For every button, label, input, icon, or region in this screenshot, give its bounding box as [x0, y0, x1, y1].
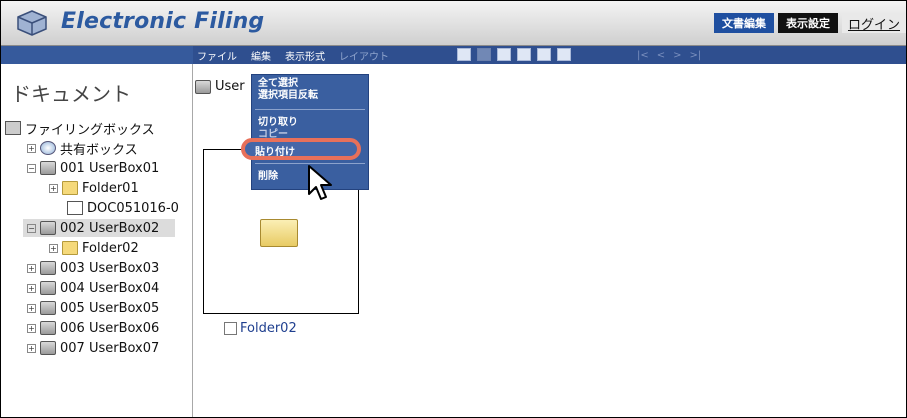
app-logo-icon [17, 10, 47, 36]
tree-node-filing-box[interactable]: ファイリングボックス [5, 119, 155, 138]
expand-icon[interactable]: + [49, 183, 58, 193]
tree-node-userbox03[interactable]: + 003 UserBox03 [27, 259, 159, 277]
shared-box-icon [40, 141, 56, 155]
tree-node-folder01[interactable]: + Folder01 [49, 179, 139, 197]
menu-item-delete[interactable]: 削除 [258, 171, 278, 182]
prev-page-icon: < [656, 49, 666, 61]
breadcrumb-label: User [215, 79, 245, 94]
print-icon[interactable] [497, 48, 511, 61]
tree-node-userbox05[interactable]: + 005 UserBox05 [27, 299, 159, 317]
userbox-icon [40, 221, 56, 235]
menu-toolbar: ファイル 編集 表示形式 レイアウト |< < > >| [1, 46, 906, 64]
expand-icon[interactable]: + [27, 283, 36, 293]
header-buttons: 文書編集 表示設定 ログイン [713, 13, 906, 33]
folder-item: Folder02 [224, 321, 297, 336]
tree-node-userbox07[interactable]: + 007 UserBox07 [27, 339, 159, 357]
userbox-icon [40, 261, 56, 275]
tree-node-userbox04[interactable]: + 004 UserBox04 [27, 279, 159, 297]
first-page-icon: |< [637, 49, 649, 61]
edit-documents-button[interactable]: 文書編集 [713, 13, 774, 33]
window: Electronic Filing 文書編集 表示設定 ログイン ファイル 編集… [0, 0, 907, 418]
menu-item-paste[interactable]: 貼り付け [255, 143, 295, 158]
folder-icon [62, 181, 78, 195]
paste-icon[interactable] [557, 48, 571, 61]
userbox-icon [195, 79, 211, 94]
tree-node-userbox02[interactable]: − 002 UserBox02 [23, 219, 175, 237]
login-link[interactable]: ログイン [841, 13, 906, 33]
menu-item-paste-highlight[interactable]: 貼り付け [241, 138, 361, 160]
userbox-icon [40, 301, 56, 315]
mouse-pointer-icon [308, 165, 332, 200]
tree-node-shared-box[interactable]: + 共有ボックス [27, 139, 138, 158]
expand-icon[interactable]: + [27, 323, 36, 333]
breadcrumb: User [195, 79, 245, 94]
menu-item-select-all[interactable]: 全て選択 [258, 78, 298, 89]
menu-bar: ファイル 編集 表示形式 レイアウト [197, 46, 389, 64]
cabinet-icon [5, 121, 21, 135]
expand-icon[interactable]: + [49, 243, 58, 253]
menu-layout: レイアウト [339, 51, 389, 63]
copy-icon[interactable] [537, 48, 551, 61]
menu-item-invert-selection[interactable]: 選択項目反転 [258, 90, 318, 101]
userbox-icon [40, 281, 56, 295]
app-header: Electronic Filing 文書編集 表示設定 ログイン [1, 1, 906, 46]
folder-icon [260, 219, 298, 247]
last-page-icon: >| [689, 49, 702, 61]
pager: |< < > >| [637, 46, 701, 64]
userbox-icon [40, 321, 56, 335]
next-page-icon: > [673, 49, 682, 61]
pane-title: ドキュメント [11, 82, 131, 106]
expand-icon[interactable]: + [27, 343, 36, 353]
display-settings-button[interactable]: 表示設定 [777, 13, 838, 33]
menu-view[interactable]: 表示形式 [285, 48, 325, 63]
document-icon [67, 201, 83, 215]
toolbar-icons [457, 48, 571, 61]
app-title: Electronic Filing [61, 9, 265, 34]
expand-icon[interactable]: + [27, 143, 36, 153]
cut-icon[interactable] [517, 48, 531, 61]
tree-node-userbox06[interactable]: + 006 UserBox06 [27, 319, 159, 337]
document-tree-pane: ドキュメント ファイリングボックス + 共有ボックス − 001 UserBox… [1, 64, 193, 417]
properties-icon[interactable] [457, 48, 471, 61]
userbox-icon [40, 341, 56, 355]
menu-item-cut[interactable]: 切り取り [258, 117, 298, 128]
save-icon [477, 48, 491, 61]
tree-node-folder02[interactable]: + Folder02 [49, 239, 139, 257]
collapse-icon[interactable]: − [27, 223, 36, 233]
tree-node-document[interactable]: DOC051016-0 [67, 199, 179, 217]
collapse-icon[interactable]: − [27, 163, 36, 173]
userbox-icon [40, 161, 56, 175]
tree-node-userbox01[interactable]: − 001 UserBox01 [27, 159, 159, 177]
select-checkbox[interactable] [224, 322, 237, 335]
expand-icon[interactable]: + [27, 303, 36, 313]
menu-file[interactable]: ファイル [197, 48, 237, 63]
folder-link[interactable]: Folder02 [240, 321, 297, 336]
menu-edit[interactable]: 編集 [251, 48, 271, 63]
menu-separator [255, 109, 365, 110]
expand-icon[interactable]: + [27, 263, 36, 273]
folder-icon [62, 241, 78, 255]
